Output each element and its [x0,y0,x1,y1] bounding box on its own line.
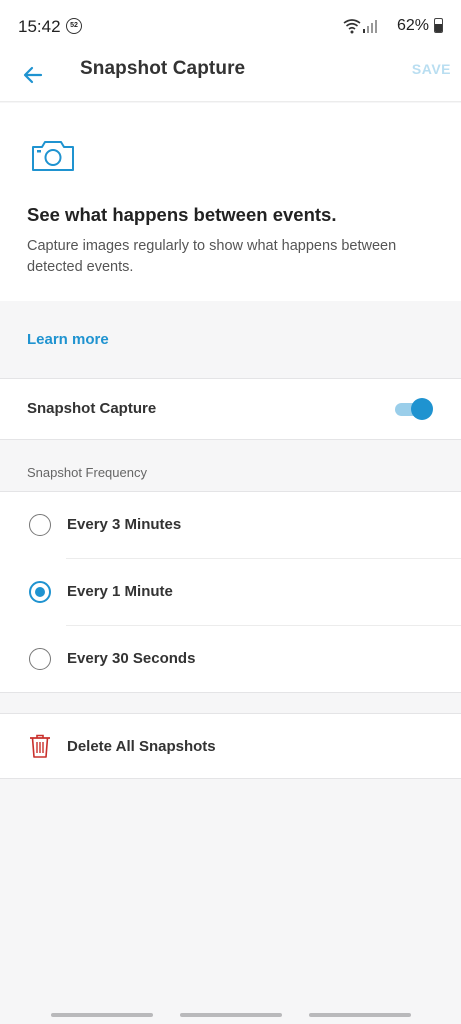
intro-description: Capture images regularly to show what ha… [27,238,397,275]
snapshot-capture-toggle[interactable] [395,398,433,420]
battery-level-fill [435,23,442,32]
status-time: 15:42 [18,17,61,36]
radio-dot [35,587,45,597]
frequency-option-1-minute[interactable]: Every 1 Minute [0,559,461,626]
nav-back-button[interactable] [309,1013,411,1017]
page-title: Snapshot Capture [80,58,246,79]
status-indicators: 62% [343,16,443,36]
save-button[interactable]: SAVE [412,61,451,77]
radio-button[interactable] [29,514,51,536]
radio-button[interactable] [29,648,51,670]
radio-button[interactable] [29,581,51,603]
learn-more-section: Learn more [0,301,461,379]
app-header: Snapshot Capture SAVE [0,52,461,102]
frequency-radio-group: Every 3 Minutes Every 1 Minute Every 30 … [0,492,461,693]
wifi-icon [343,19,361,34]
frequency-option-label: Every 3 Minutes [67,516,182,533]
delete-all-snapshots-button[interactable]: Delete All Snapshots [0,713,461,779]
back-button[interactable] [16,58,50,92]
camera-icon [32,141,74,171]
learn-more-link[interactable]: Learn more [27,331,109,348]
trash-icon [30,734,50,758]
intro-card: See what happens between events. Capture… [0,103,461,301]
system-navigation-bar [0,1000,461,1024]
frequency-option-30-seconds[interactable]: Every 30 Seconds [0,626,461,693]
intro-heading: See what happens between events. [27,204,337,225]
status-bar: 15:42 52 62% [0,0,461,52]
frequency-option-label: Every 1 Minute [67,583,173,600]
frequency-option-label: Every 30 Seconds [67,650,196,667]
frequency-option-3-minutes[interactable]: Every 3 Minutes [0,492,461,559]
delete-all-snapshots-label: Delete All Snapshots [67,738,216,755]
toggle-thumb [411,398,433,420]
arrow-left-icon [23,66,43,84]
signal-icon [363,20,377,33]
nav-recents-button[interactable] [51,1013,153,1017]
nav-home-button[interactable] [180,1013,282,1017]
frequency-section-header: Snapshot Frequency [0,440,461,492]
battery-percent: 62% [396,17,429,34]
notification-badge: 52 [66,18,82,34]
frequency-section-label: Snapshot Frequency [27,465,147,480]
snapshot-capture-label: Snapshot Capture [27,400,157,417]
battery-icon [434,18,443,33]
snapshot-capture-row: Snapshot Capture [0,379,461,440]
